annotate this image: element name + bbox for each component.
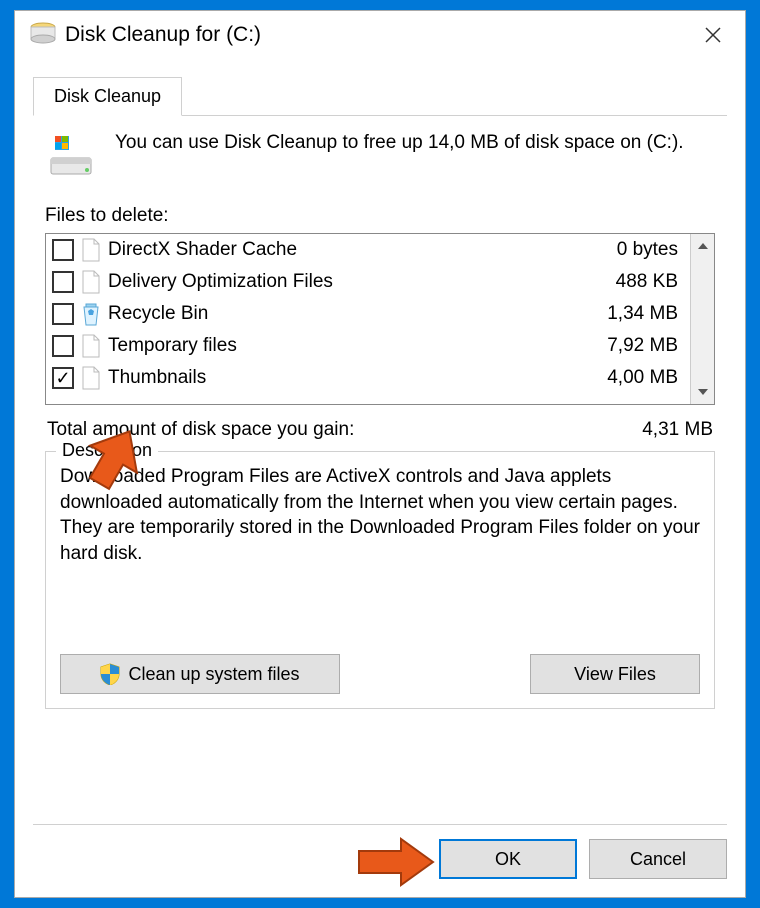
window-title: Disk Cleanup for (C:) — [65, 23, 689, 47]
close-button[interactable] — [689, 15, 737, 55]
files-to-delete-label: Files to delete: — [45, 205, 715, 227]
description-legend: Description — [56, 440, 158, 461]
file-size: 1,34 MB — [607, 303, 684, 325]
scroll-down-button[interactable] — [691, 380, 714, 404]
chevron-down-icon — [698, 389, 708, 395]
file-name: DirectX Shader Cache — [108, 239, 617, 261]
file-checkbox[interactable] — [52, 303, 74, 325]
file-checkbox[interactable] — [52, 271, 74, 293]
disk-cleanup-dialog: Disk Cleanup for (C:) Disk Cleanup — [14, 10, 746, 898]
file-checkbox[interactable] — [52, 239, 74, 261]
ok-button[interactable]: OK — [439, 839, 577, 879]
description-group: Description Downloaded Program Files are… — [45, 451, 715, 709]
close-icon — [704, 26, 722, 44]
file-row[interactable]: Thumbnails4,00 MB — [46, 362, 690, 394]
dialog-footer: OK Cancel — [15, 825, 745, 897]
cleanup-button-label: Clean up system files — [128, 664, 299, 685]
file-icon — [80, 269, 102, 295]
chevron-up-icon — [698, 243, 708, 249]
file-name: Thumbnails — [108, 367, 607, 389]
file-row[interactable]: DirectX Shader Cache0 bytes — [46, 234, 690, 266]
file-row[interactable]: Temporary files7,92 MB — [46, 330, 690, 362]
intro-row: You can use Disk Cleanup to free up 14,0… — [45, 130, 715, 187]
file-size: 4,00 MB — [607, 367, 684, 389]
file-size: 0 bytes — [617, 239, 684, 261]
scrollbar[interactable] — [690, 234, 714, 404]
file-size: 7,92 MB — [607, 335, 684, 357]
file-name: Delivery Optimization Files — [108, 271, 616, 293]
file-icon — [80, 333, 102, 359]
shield-icon — [100, 663, 120, 685]
total-label: Total amount of disk space you gain: — [47, 419, 354, 441]
description-text: Downloaded Program Files are ActiveX con… — [60, 464, 700, 624]
scroll-up-button[interactable] — [691, 234, 714, 258]
file-checkbox[interactable] — [52, 367, 74, 389]
recycle-bin-icon — [80, 301, 102, 327]
drive-icon — [45, 130, 97, 187]
cleanup-system-files-button[interactable]: Clean up system files — [60, 654, 340, 694]
file-icon — [80, 365, 102, 391]
intro-text: You can use Disk Cleanup to free up 14,0… — [115, 130, 684, 156]
tab-strip: Disk Cleanup — [33, 77, 727, 116]
file-row[interactable]: Delivery Optimization Files488 KB — [46, 266, 690, 298]
file-name: Recycle Bin — [108, 303, 607, 325]
dialog-content: You can use Disk Cleanup to free up 14,0… — [15, 116, 745, 804]
total-value: 4,31 MB — [642, 419, 713, 441]
total-row: Total amount of disk space you gain: 4,3… — [47, 419, 713, 441]
file-row[interactable]: Recycle Bin1,34 MB — [46, 298, 690, 330]
scroll-track[interactable] — [691, 258, 714, 380]
title-bar: Disk Cleanup for (C:) — [15, 11, 745, 59]
file-icon — [80, 237, 102, 263]
cancel-button[interactable]: Cancel — [589, 839, 727, 879]
drive-small-icon — [29, 21, 57, 50]
file-checkbox[interactable] — [52, 335, 74, 357]
file-size: 488 KB — [616, 271, 684, 293]
file-name: Temporary files — [108, 335, 607, 357]
file-list: DirectX Shader Cache0 bytesDelivery Opti… — [45, 233, 715, 405]
tab-disk-cleanup[interactable]: Disk Cleanup — [33, 77, 182, 116]
view-files-button[interactable]: View Files — [530, 654, 700, 694]
